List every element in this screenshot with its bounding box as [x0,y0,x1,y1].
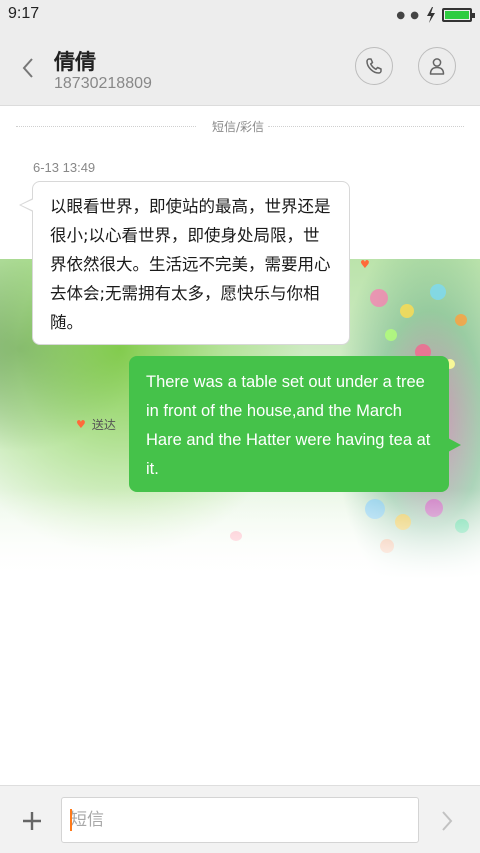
incoming-message-text: 以眼看世界，即使站的最高，世界还是很小;以心看世界，即使身处局限，世界依然很大。… [50,197,331,332]
delivery-status-label: 送达 [91,418,116,432]
contact-number: 18730218809 [54,75,152,92]
outgoing-message-text: There was a table set out under a tree i… [146,373,431,478]
plus-icon [23,812,41,830]
status-bar: 9:17 ● ● [0,0,480,30]
message-input[interactable] [61,797,419,843]
signal-icon: ● ● [396,9,420,21]
call-button[interactable] [355,47,393,85]
heart-icon: ♥ [360,258,370,271]
delivered-heart-icon: ♥ [76,418,86,431]
person-icon [429,58,445,75]
message-timestamp: 6-13 13:49 [33,160,96,175]
channel-divider: 短信/彩信 [16,116,464,136]
wallpaper-fade [0,489,480,579]
status-icons: ● ● [396,6,475,24]
back-button[interactable] [12,52,44,84]
delivery-status: ♥ 送达 [76,416,116,433]
status-time: 9:17 [8,5,40,22]
incoming-message-bubble[interactable]: 以眼看世界，即使站的最高，世界还是很小;以心看世界，即使身处局限，世界依然很大。… [19,181,350,345]
divider-line-right [268,126,464,127]
battery-level [445,11,469,19]
charging-icon [427,7,435,23]
composer-bar [0,785,480,853]
phone-icon [366,58,382,74]
conversation-header: 倩倩 18730218809 [0,30,480,106]
chevron-left-icon [22,58,33,78]
contact-name: 倩倩 [54,50,96,74]
channel-label: 短信/彩信 [212,120,265,134]
text-caret [70,809,72,831]
add-attachment-button[interactable] [14,803,50,839]
outgoing-message-bubble[interactable]: There was a table set out under a tree i… [129,356,461,492]
battery-icon [442,8,475,22]
send-button[interactable] [430,805,464,837]
divider-line-left [16,126,196,127]
contact-info-button[interactable] [418,47,456,85]
chevron-right-icon [442,811,453,831]
